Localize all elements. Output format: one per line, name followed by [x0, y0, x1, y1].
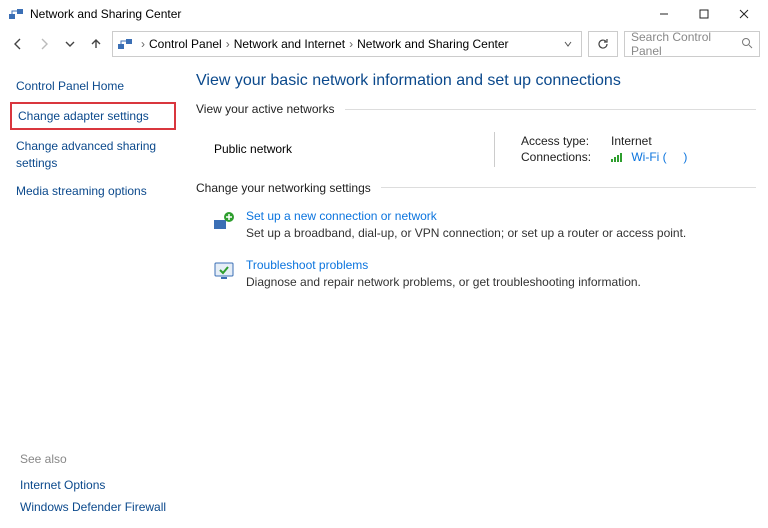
breadcrumb-root[interactable]: Control Panel	[149, 37, 222, 51]
maximize-button[interactable]	[684, 0, 724, 28]
toolbar: › Control Panel › Network and Internet ›…	[0, 28, 768, 60]
sidebar: Control Panel Home Change adapter settin…	[12, 72, 184, 303]
close-button[interactable]	[724, 0, 764, 28]
recent-dropdown[interactable]	[60, 34, 80, 54]
see-also-title: See also	[20, 452, 190, 466]
see-also-firewall[interactable]: Windows Defender Firewall	[20, 496, 190, 518]
back-button[interactable]	[8, 34, 28, 54]
chevron-right-icon: ›	[141, 37, 145, 51]
page-heading: View your basic network information and …	[196, 72, 756, 90]
troubleshoot-desc: Diagnose and repair network problems, or…	[246, 275, 641, 289]
chevron-right-icon: ›	[226, 37, 230, 51]
forward-button[interactable]	[34, 34, 54, 54]
sidebar-media-streaming[interactable]: Media streaming options	[12, 177, 176, 205]
search-input[interactable]: Search Control Panel	[624, 31, 760, 57]
see-also-internet-options[interactable]: Internet Options	[20, 474, 190, 496]
network-name: Public network	[214, 142, 292, 156]
title-bar: Network and Sharing Center	[0, 0, 768, 28]
search-placeholder: Search Control Panel	[631, 30, 741, 58]
connection-link[interactable]: Wi-Fi ( )	[631, 150, 687, 164]
chevron-right-icon: ›	[349, 37, 353, 51]
see-also-panel: See also Internet Options Windows Defend…	[20, 452, 190, 518]
breadcrumb-mid[interactable]: Network and Internet	[234, 37, 345, 51]
breadcrumb-leaf[interactable]: Network and Sharing Center	[357, 37, 508, 51]
change-settings-label: Change your networking settings	[196, 181, 371, 195]
search-icon	[741, 37, 753, 52]
refresh-button[interactable]	[588, 31, 618, 57]
address-dropdown[interactable]	[559, 39, 577, 49]
sidebar-adapter-highlight: Change adapter settings	[10, 102, 176, 130]
address-icon	[117, 36, 133, 52]
setup-connection-desc: Set up a broadband, dial-up, or VPN conn…	[246, 226, 686, 240]
access-type-key: Access type:	[521, 134, 611, 148]
sidebar-advanced-sharing[interactable]: Change advanced sharing settings	[12, 132, 176, 176]
troubleshoot-link[interactable]: Troubleshoot problems	[246, 258, 641, 272]
app-icon	[8, 6, 24, 22]
sidebar-home[interactable]: Control Panel Home	[12, 72, 176, 100]
wifi-signal-icon	[611, 151, 625, 165]
setup-connection-link[interactable]: Set up a new connection or network	[246, 209, 686, 223]
new-connection-icon	[212, 210, 236, 234]
window-title: Network and Sharing Center	[30, 7, 181, 21]
address-bar[interactable]: › Control Panel › Network and Internet ›…	[112, 31, 582, 57]
minimize-button[interactable]	[644, 0, 684, 28]
divider	[381, 187, 756, 188]
up-button[interactable]	[86, 34, 106, 54]
connections-key: Connections:	[521, 150, 611, 165]
divider	[345, 109, 756, 110]
access-type-value: Internet	[611, 134, 652, 148]
sidebar-change-adapter[interactable]: Change adapter settings	[18, 108, 168, 124]
troubleshoot-icon	[212, 259, 236, 283]
active-networks-label: View your active networks	[196, 102, 335, 116]
main-panel: View your basic network information and …	[184, 72, 756, 303]
